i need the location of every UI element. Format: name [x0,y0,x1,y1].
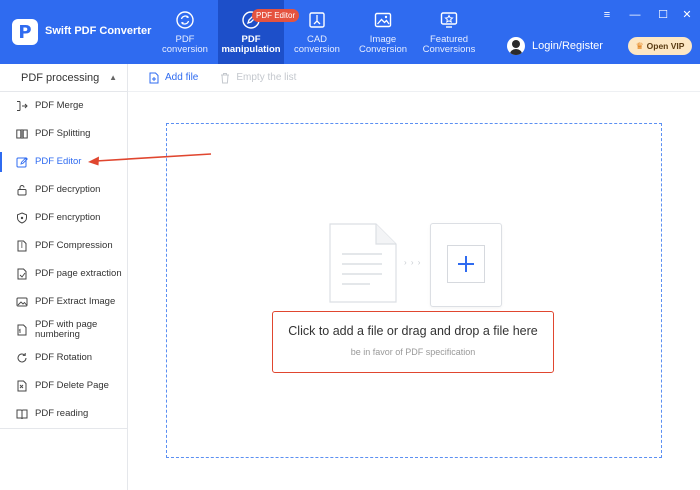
sidebar-item-pdf-compression[interactable]: PDF Compression [0,232,127,260]
empty-list-label: Empty the list [236,72,297,83]
nav-pdf-conversion[interactable]: PDF conversion [152,0,218,64]
nav-featured-conversions[interactable]: Featured Conversions [416,0,482,64]
drop-hint-subtext: be in favor of PDF specification [350,347,476,357]
chevron-up-icon: ▲ [109,73,117,82]
sidebar-item-pdf-editor[interactable]: PDF Editor [0,148,127,176]
merge-icon [17,101,28,111]
edit-icon [16,157,28,168]
compress-icon [17,240,27,252]
book-icon [16,409,28,420]
star-screen-icon [440,12,458,28]
sidebar-item-pdf-page-extraction[interactable]: PDF page extraction [0,260,127,288]
extract-icon [17,268,27,280]
plus-icon [458,256,474,272]
sidebar: PDF processing ▲ PDF Merge PDF Splitting… [0,64,128,490]
login-button[interactable]: Login/Register [507,37,603,55]
nav-badge: PDF Editor [252,9,300,22]
sidebar-item-pdf-decryption[interactable]: PDF decryption [0,176,127,204]
document-illustration-icon [329,223,397,303]
drop-hint-box[interactable]: Click to add a file or drag and drop a f… [272,311,554,373]
sidebar-item-label: PDF Editor [35,156,82,167]
file-drop-zone[interactable]: › › › Click to add a file or drag and dr… [166,123,662,458]
nav-label: Image Conversion [358,34,408,55]
shield-icon [17,212,27,224]
nav-image-conversion[interactable]: Image Conversion [350,0,416,64]
logo-letter: P [18,21,32,43]
sidebar-item-label: PDF Compression [35,240,113,251]
sidebar-item-label: PDF Merge [35,100,84,111]
nav-label: CAD conversion [294,34,340,55]
avatar [507,37,525,55]
split-icon [16,129,28,139]
sidebar-section-header[interactable]: PDF processing ▲ [0,64,127,92]
add-file-button[interactable]: Add file [148,72,198,84]
nav-label: Featured Conversions [422,34,476,55]
image-icon [374,12,392,28]
delete-page-icon [17,380,27,392]
sidebar-item-label: PDF decryption [35,184,101,195]
sidebar-item-label: PDF reading [35,408,89,419]
app-window: P Swift PDF Converter PDF conversion PDF… [0,0,700,490]
sidebar-item-pdf-reading[interactable]: PDF reading [0,400,127,428]
sidebar-item-pdf-merge[interactable]: PDF Merge [0,92,127,120]
open-vip-button[interactable]: ♛ Open VIP [628,37,692,55]
top-bar: P Swift PDF Converter PDF conversion PDF… [0,0,700,64]
sidebar-item-label: PDF page extraction [35,268,122,279]
close-icon[interactable]: ✕ [680,9,694,21]
unlock-icon [17,185,27,196]
add-file-icon [149,72,159,83]
sidebar-item-pdf-rotation[interactable]: PDF Rotation [0,344,127,372]
cad-icon [309,12,325,28]
sidebar-item-pdf-splitting[interactable]: PDF Splitting [0,120,127,148]
app-logo: P [12,19,38,45]
add-file-card[interactable] [430,223,502,307]
empty-list-button[interactable]: Empty the list [219,72,296,84]
sidebar-item-label: PDF with page numbering [35,319,98,340]
sidebar-item-pdf-extract-image[interactable]: PDF Extract Image [0,288,127,316]
sidebar-item-pdf-delete-page[interactable]: PDF Delete Page [0,372,127,400]
crown-icon: ♛ [635,40,644,51]
main-nav: PDF conversion PDF manipulation CAD conv… [152,0,482,64]
add-file-label: Add file [165,72,199,83]
login-label: Login/Register [532,40,603,52]
sidebar-item-label: PDF Delete Page [35,380,109,391]
numbering-icon [17,324,27,336]
sidebar-section-title: PDF processing [21,71,100,84]
app-title: Swift PDF Converter [45,25,152,37]
vip-label: Open VIP [646,41,685,51]
nav-label: PDF conversion [162,34,208,55]
plus-icon-box [447,245,485,283]
drop-hint-text: Click to add a file or drag and drop a f… [288,324,538,338]
toolbar: Add file Empty the list [128,64,700,92]
refresh-doc-icon [176,11,194,29]
menu-icon[interactable]: ≡ [600,9,614,21]
maximize-icon[interactable]: ☐ [656,9,670,21]
minimize-icon[interactable]: — [628,9,642,21]
sidebar-item-label: PDF Rotation [35,352,93,363]
sidebar-item-label: PDF Extract Image [35,296,116,307]
sidebar-item-pdf-encryption[interactable]: PDF encryption [0,204,127,232]
sidebar-item-label: PDF Splitting [35,128,91,139]
image-icon [16,297,28,307]
sidebar-item-pdf-page-numbering[interactable]: PDF with page numbering [0,316,127,344]
sidebar-divider [0,428,127,429]
trash-icon [221,72,230,83]
sidebar-item-label: PDF encryption [35,212,101,223]
arrow-dots: › › › [404,258,422,267]
nav-label: PDF manipulation [221,34,281,55]
rotate-icon [17,353,27,363]
